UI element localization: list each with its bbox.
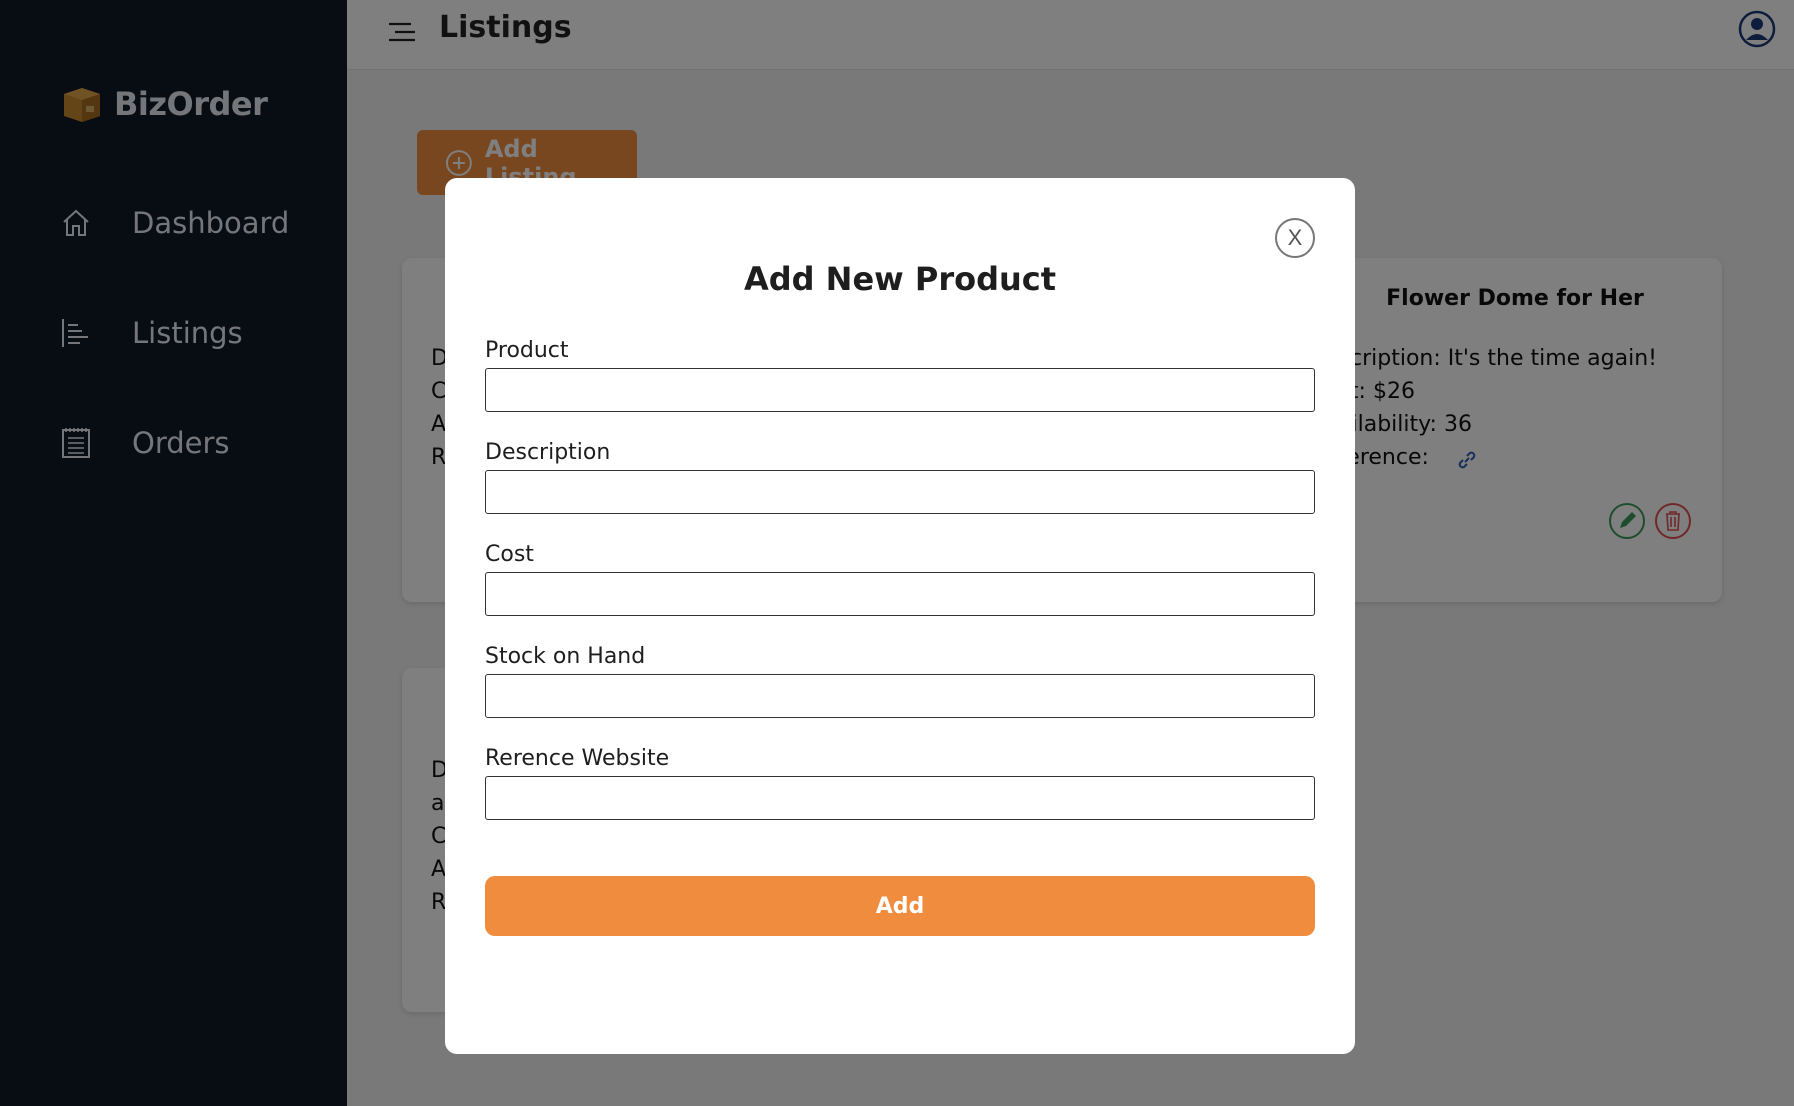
- reference-website-label: Rerence Website: [485, 746, 670, 771]
- product-label: Product: [485, 338, 569, 363]
- reference-website-input[interactable]: [485, 776, 1315, 820]
- cost-input[interactable]: [485, 572, 1315, 616]
- stock-input[interactable]: [485, 674, 1315, 718]
- cost-label: Cost: [485, 542, 534, 567]
- product-input[interactable]: [485, 368, 1315, 412]
- close-icon: X: [1287, 225, 1303, 250]
- description-input[interactable]: [485, 470, 1315, 514]
- add-product-modal: X Add New Product Product Description Co…: [445, 178, 1355, 1054]
- description-label: Description: [485, 440, 611, 465]
- stock-label: Stock on Hand: [485, 644, 646, 669]
- modal-title: Add New Product: [743, 260, 1057, 298]
- close-button[interactable]: X: [1275, 218, 1315, 258]
- add-button[interactable]: Add: [485, 876, 1315, 936]
